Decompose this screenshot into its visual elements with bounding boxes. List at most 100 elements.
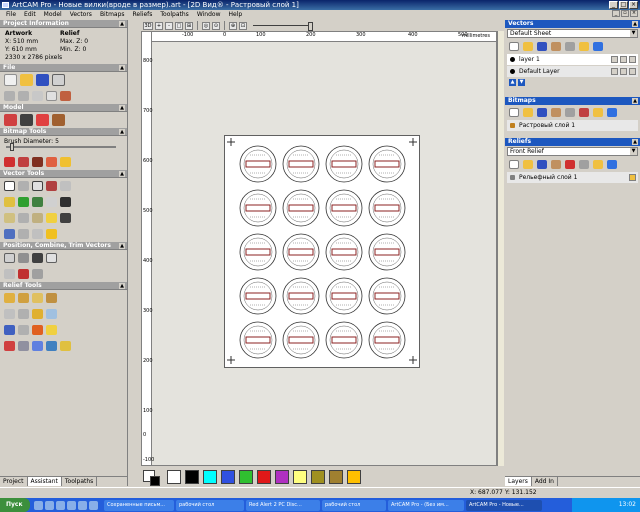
start-button[interactable]: Пуск	[0, 498, 30, 512]
vector-tools-header[interactable]: Vector Tools ▲	[0, 170, 127, 178]
color-swatch[interactable]	[275, 470, 289, 484]
zoom-box-icon[interactable]: □	[175, 21, 183, 30]
curve-icon[interactable]	[4, 213, 15, 223]
taskbar-button[interactable]: Сохраненные письм...	[104, 499, 174, 511]
relief-tools-header[interactable]: Relief Tools ▲	[0, 282, 127, 290]
color-swatch[interactable]	[167, 470, 181, 484]
globe-icon[interactable]	[46, 341, 57, 351]
color-swatch[interactable]	[221, 470, 235, 484]
relief-mode-icon[interactable]	[565, 159, 575, 169]
menu-file[interactable]: File	[2, 11, 20, 18]
lock-icon[interactable]	[611, 68, 618, 75]
sculpt-icon[interactable]	[46, 309, 57, 319]
collapse-icon[interactable]: ▲	[119, 171, 125, 177]
relief-clipart-icon[interactable]	[4, 341, 15, 351]
bitmap-properties-icon[interactable]	[565, 107, 575, 117]
vector-layer-item[interactable]: layer 1	[507, 54, 638, 65]
brush-slider-thumb[interactable]	[10, 143, 14, 151]
bitmap-lock-icon[interactable]	[593, 107, 603, 117]
paint-icon[interactable]	[32, 157, 43, 167]
taskbar-button[interactable]: рабочий стол	[322, 499, 386, 511]
mdi-minimize-button[interactable]: _	[612, 10, 620, 17]
smooth-icon[interactable]	[18, 213, 29, 223]
chevron-down-icon[interactable]: ▼	[630, 30, 637, 37]
zoom-fit-icon[interactable]: ⊞	[185, 21, 193, 30]
fill-bucket-icon[interactable]	[18, 157, 29, 167]
edit-icon[interactable]	[620, 56, 627, 63]
collapse-icon[interactable]: ▲	[119, 21, 125, 27]
lock-icon[interactable]	[611, 56, 618, 63]
texture-relief-icon[interactable]	[46, 325, 57, 335]
model-properties-icon[interactable]	[52, 114, 65, 126]
open-relief-icon[interactable]	[523, 159, 533, 169]
collapse-icon[interactable]: ▲	[119, 283, 125, 289]
delete-bitmap-icon[interactable]	[607, 107, 617, 117]
secondary-color-swatch[interactable]	[150, 476, 160, 486]
collapse-icon[interactable]: ▲	[119, 243, 125, 249]
reverse-relief-icon[interactable]	[32, 341, 43, 351]
color-swatch[interactable]	[257, 470, 271, 484]
close-button[interactable]: ×	[629, 1, 638, 9]
mirror-icon[interactable]	[46, 253, 57, 263]
bake-icon[interactable]	[18, 341, 29, 351]
merge-bitmap-icon[interactable]	[551, 107, 561, 117]
paste-icon[interactable]	[60, 91, 71, 101]
menu-help[interactable]: Help	[224, 11, 246, 18]
polyline-icon[interactable]	[4, 197, 15, 207]
relief-properties-icon[interactable]	[579, 159, 589, 169]
merge-relief-icon[interactable]	[551, 159, 561, 169]
star-icon[interactable]	[46, 229, 57, 239]
bitmap-layer-item[interactable]: Растровый слой 1	[507, 120, 638, 131]
merge-layer-icon[interactable]	[551, 41, 561, 51]
save-layer-icon[interactable]	[537, 41, 547, 51]
taskbar-button[interactable]: ArtCAM Pro - (Без им...	[388, 499, 464, 511]
zoom-slider[interactable]	[253, 22, 313, 31]
relief-layer-item[interactable]: Рельефный слой 1	[507, 172, 638, 183]
cut-icon[interactable]	[32, 91, 43, 101]
lock-layer-icon[interactable]	[579, 41, 589, 51]
color-swatch[interactable]	[311, 470, 325, 484]
relief-visibility-icon[interactable]	[629, 174, 636, 181]
2d-view[interactable]: -100 0 100 200 300 400 500 millimetres 8…	[141, 31, 497, 466]
new-bitmap-icon[interactable]	[509, 107, 519, 117]
model-position-icon[interactable]	[36, 114, 49, 126]
paint-brush-icon[interactable]	[4, 157, 15, 167]
menu-window[interactable]: Window	[193, 11, 225, 18]
transform-icon[interactable]	[60, 181, 71, 191]
move-up-icon[interactable]: ▲	[509, 79, 516, 86]
menu-vectors[interactable]: Vectors	[66, 11, 96, 18]
tab-assistant[interactable]: Assistant	[27, 477, 62, 486]
text-icon[interactable]	[46, 181, 57, 191]
color-swatch[interactable]	[329, 470, 343, 484]
quick-launch-icon[interactable]	[67, 500, 76, 510]
weave-icon[interactable]	[46, 197, 57, 207]
vector-layer-item[interactable]: Default Layer	[507, 66, 638, 77]
reliefs-dropdown[interactable]: Front Relief ▼	[507, 147, 638, 156]
3d-view-button[interactable]: 3D	[143, 21, 153, 30]
select-arrow-icon[interactable]	[4, 181, 15, 191]
save-bitmap-icon[interactable]	[537, 107, 547, 117]
tab-toolpaths[interactable]: Toolpaths	[62, 477, 98, 486]
guides-icon[interactable]: ⊡	[239, 21, 247, 30]
save-icon[interactable]	[36, 74, 49, 86]
quick-launch-icon[interactable]	[78, 500, 87, 510]
minimize-button[interactable]: _	[609, 1, 618, 9]
turn-icon[interactable]	[46, 293, 57, 303]
artwork-sheet[interactable]	[224, 135, 420, 368]
feature-icon[interactable]	[4, 325, 15, 335]
paste-relief-icon[interactable]	[32, 325, 43, 335]
bitmap-tools-header[interactable]: Bitmap Tools ▲	[0, 128, 127, 136]
texture-icon[interactable]	[32, 197, 43, 207]
new-file-icon[interactable]	[4, 74, 17, 86]
model-resolution-icon[interactable]	[20, 114, 33, 126]
quick-launch-icon[interactable]	[89, 500, 98, 510]
color-swatch[interactable]	[293, 470, 307, 484]
quick-launch-icon[interactable]	[56, 500, 65, 510]
visibility-icon[interactable]	[629, 56, 636, 63]
spin-icon[interactable]	[32, 293, 43, 303]
color-swatch[interactable]	[347, 470, 361, 484]
weld-icon[interactable]	[18, 269, 29, 279]
relief-lock-icon[interactable]	[593, 159, 603, 169]
redo-icon[interactable]	[18, 91, 29, 101]
color-swatch[interactable]	[185, 470, 199, 484]
